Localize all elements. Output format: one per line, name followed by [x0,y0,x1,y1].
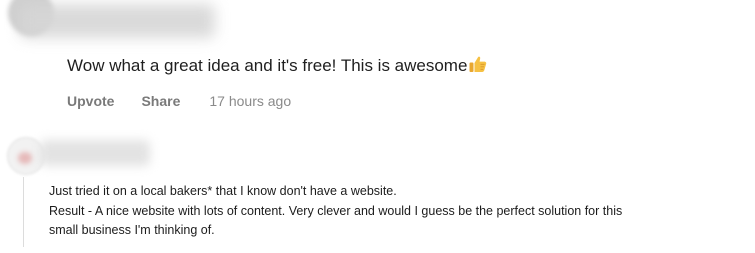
comment-line: Result - A nice website with lots of con… [49,203,623,218]
comment-text-content: Wow what a great idea and it's free! Thi… [67,56,468,75]
author-name-redacted [40,140,150,166]
thumbs-up-icon [468,54,488,74]
comment-line: small business I'm thinking of. [49,223,215,237]
timestamp[interactable]: 17 hours ago [209,93,291,109]
thread-line [23,177,24,247]
comment-body: Just tried it on a local bakers* that I … [49,182,739,241]
comment-line: Just tried it on a local bakers* that I … [49,184,397,198]
comment-actions: Upvote Share 17 hours ago [67,93,291,109]
share-button[interactable]: Share [141,93,180,109]
comment-text: Wow what a great idea and it's free! Thi… [67,56,488,76]
author-name-redacted [20,4,215,38]
upvote-button[interactable]: Upvote [67,93,114,109]
